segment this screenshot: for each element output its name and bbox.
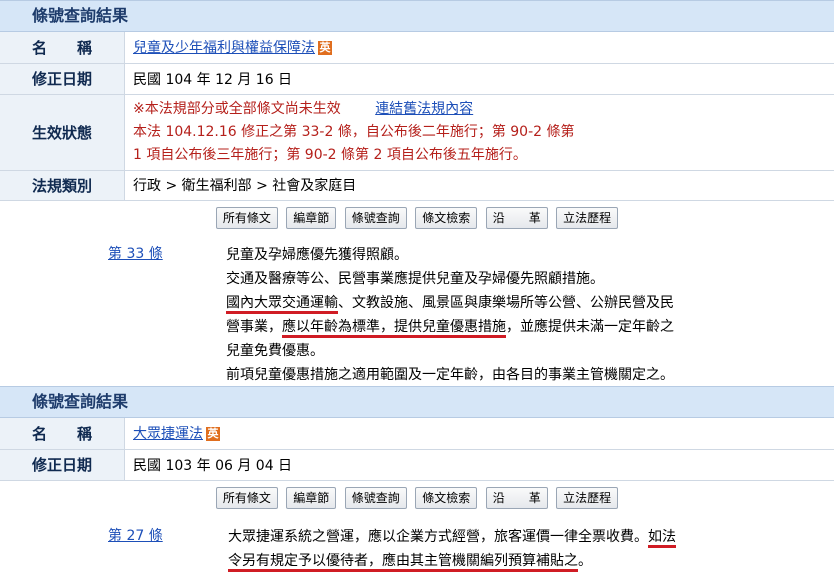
article-search-button[interactable]: 條文檢索 [415,486,478,509]
top-result-panel: 條號查詢結果 名 稱 兒童及少年福利與權益保障法英 修正日期 民國 104 年 … [0,0,834,383]
article-text: 大眾捷運系統之營運，應以企業方式經營，旅客運價一律全票收費。如法 令另有規定予以… [228,525,773,573]
article-query-button[interactable]: 條號查詢 [344,206,407,229]
action-buttons: 所有條文 編章節 條號查詢 條文檢索 沿 革 立法歷程 [0,201,834,239]
name-label: 名 稱 [0,418,125,450]
article-line: 兒童免費優惠。 [226,342,324,359]
english-version-icon[interactable]: 英 [318,41,332,56]
article-line: 令另有規定予以優待者，應由其主管機關編列預算補貼之。 [228,549,773,573]
date-label: 修正日期 [0,449,125,481]
law-info-table: 名 稱 兒童及少年福利與權益保障法英 修正日期 民國 104 年 12 月 16… [0,32,834,201]
chapters-button[interactable]: 編章節 [286,206,337,229]
amend-date: 民國 104 年 12 月 16 日 [124,63,834,95]
action-buttons: 所有條文 編章節 條號查詢 條文檢索 沿 革 立法歷程 [0,481,834,519]
underlined-text: 令另有規定予以優待者，應由其主管機關編列預算補貼之 [228,552,578,572]
article-text: 兒童及孕婦應優先獲得照顧。 交通及醫療等公、民營事業應提供兒童及孕婦優先照顧措施… [226,243,771,387]
status-detail-2: 1 項自公布後三年施行；第 90-2 條第 2 項自公布後五年施行。 [133,146,527,163]
underlined-text: 國內大眾交通運輸 [226,294,338,314]
chapters-button[interactable]: 編章節 [286,486,337,509]
all-articles-button[interactable]: 所有條文 [215,486,278,509]
article-line: 前項兒童優惠措施之適用範圍及一定年齡，由各目的事業主管機關定之。 [226,366,674,383]
article-search-button[interactable]: 條文檢索 [415,206,478,229]
article-line: 兒童及孕婦應優先獲得照顧。 [226,246,408,263]
status-detail-1: 本法 104.12.16 修正之第 33-2 條，自公布後二年施行；第 90-2… [133,123,575,140]
result-header: 條號查詢結果 [0,0,834,32]
date-label: 修正日期 [0,63,125,95]
category-value: 行政 > 衛生福利部 > 社會及家庭目 [124,170,834,201]
article-query-button[interactable]: 條號查詢 [344,486,407,509]
bottom-result-panel: 條號查詢結果 名 稱 大眾捷運法英 修正日期 民國 103 年 06 月 04 … [0,386,834,583]
result-header: 條號查詢結果 [0,386,834,418]
all-articles-button[interactable]: 所有條文 [215,206,278,229]
underlined-text: 應以年齡為標準，提供兒童優惠措施 [282,318,506,338]
article-line: 營事業，應以年齡為標準，提供兒童優惠措施，並應提供未滿一定年齡之 [226,315,771,339]
article-line: 大眾捷運系統之營運，應以企業方式經營，旅客運價一律全票收費。如法 [228,525,773,549]
law-info-table: 名 稱 大眾捷運法英 修正日期 民國 103 年 06 月 04 日 [0,418,834,481]
law-name-link[interactable]: 兒童及少年福利與權益保障法 [133,40,315,56]
category-label: 法規類別 [0,170,125,201]
history-button[interactable]: 沿 革 [485,206,548,229]
history-button[interactable]: 沿 革 [485,486,548,509]
underlined-text: 如法 [648,528,676,548]
english-version-icon[interactable]: 英 [206,427,220,442]
name-label: 名 稱 [0,32,125,64]
legislative-history-button[interactable]: 立法歷程 [556,206,619,229]
status-label: 生效狀態 [0,94,125,171]
article-line: 國內大眾交通運輸、文教設施、風景區與康樂場所等公營、公辦民營及民 [226,291,771,315]
amend-date: 民國 103 年 06 月 04 日 [124,449,834,481]
article-line: 交通及醫療等公、民營事業應提供兒童及孕婦優先照顧措施。 [226,270,604,287]
legislative-history-button[interactable]: 立法歷程 [556,486,619,509]
law-name-link[interactable]: 大眾捷運法 [133,426,203,442]
article-number-link[interactable]: 第 33 條 [108,243,163,263]
status-note: ※本法規部分或全部條文尚未生效 [133,100,341,117]
old-law-link[interactable]: 連結舊法規內容 [375,101,473,117]
article-number-link[interactable]: 第 27 條 [108,525,163,545]
